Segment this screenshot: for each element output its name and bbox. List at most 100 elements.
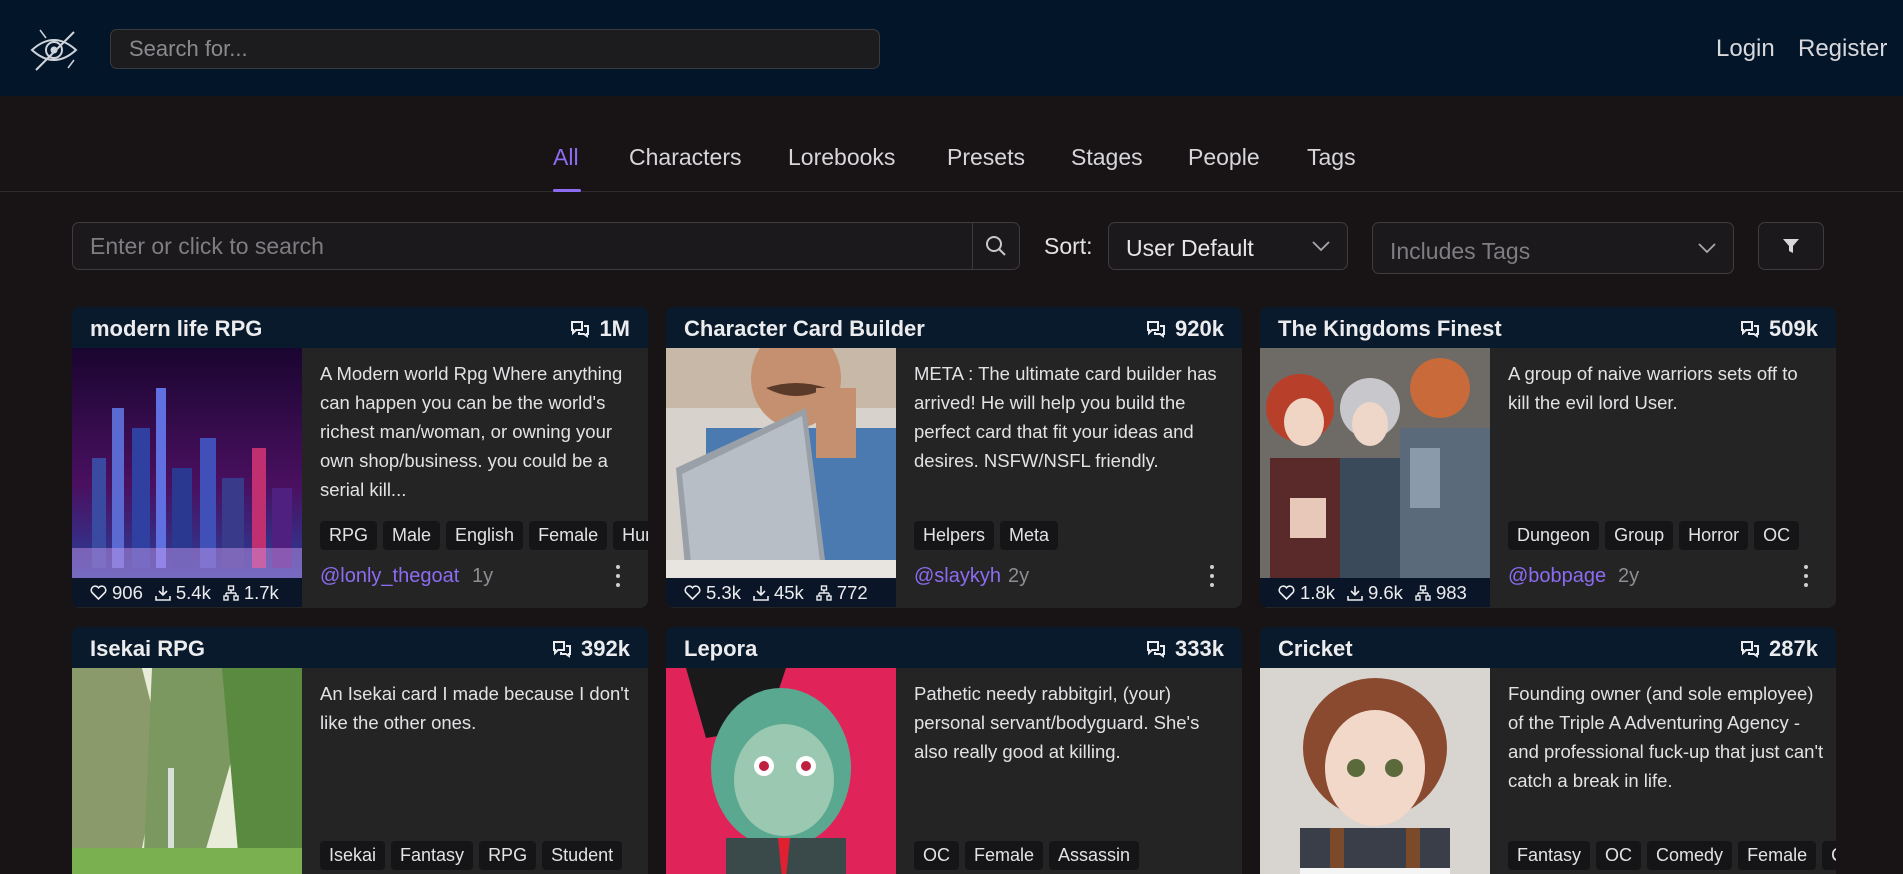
login-link[interactable]: Login [1716,35,1775,63]
content-search-box [72,222,1020,270]
forks-stat[interactable]: 983 [1415,582,1467,604]
tag[interactable]: Male [383,521,441,550]
card-title[interactable]: Lepora [684,636,757,662]
tag-list: Dungeon Group Horror OC [1508,521,1836,551]
fork-icon [816,584,832,601]
more-options-icon[interactable] [612,563,624,589]
card-header: Character Card Builder 920k [666,307,1242,348]
tag[interactable]: Group [1605,521,1674,550]
chevron-down-icon [1698,243,1716,254]
card[interactable]: The Kingdoms Finest 509k 1.8k 9.6k 983 A… [1260,307,1836,608]
content-search-input[interactable] [73,223,973,269]
card-description: A group of naive warriors sets off to ki… [1508,363,1798,413]
includes-tags-placeholder: Includes Tags [1390,238,1531,264]
message-count: 287k [1740,636,1818,662]
card-title[interactable]: Cricket [1278,636,1353,662]
author-link[interactable]: @lonly_thegoat [320,565,459,588]
global-search-input[interactable] [110,29,880,69]
author-link[interactable]: @slaykyh [914,565,1001,588]
author-link[interactable]: @bobpage [1508,565,1606,588]
chat-bubbles-icon [1147,321,1166,338]
filter-icon [1783,239,1799,253]
card-image-anime-warriors[interactable] [1260,348,1490,578]
card-image-man-with-laptop[interactable] [666,328,896,578]
tag[interactable]: Female [529,521,608,550]
search-button[interactable] [972,223,1019,269]
message-count-value: 287k [1769,636,1818,661]
tag[interactable]: Cats [1822,841,1836,870]
tab-stages[interactable]: Stages [1071,144,1143,171]
likes-stat[interactable]: 1.8k [1278,582,1335,604]
tag[interactable]: Comedy [1647,841,1733,870]
tab-tags[interactable]: Tags [1307,144,1356,171]
filter-button[interactable] [1758,222,1824,270]
card-stats: 906 5.4k 1.7k [72,578,302,607]
chat-bubbles-icon [1147,641,1166,658]
tag[interactable]: Helpers [914,521,995,550]
card-stats: 5.3k 45k 772 [666,578,896,607]
card-title[interactable]: Character Card Builder [684,316,925,342]
likes-stat[interactable]: 906 [90,582,143,604]
downloads-stat[interactable]: 5.4k [155,582,211,604]
includes-tags-select[interactable]: Includes Tags [1372,222,1734,274]
tag[interactable]: RPG [479,841,537,870]
tag[interactable]: Human [613,521,648,550]
card-image-fantasy-landscape[interactable] [72,668,302,874]
tag[interactable]: Assassin [1049,841,1140,870]
card[interactable]: Cricket 287k Founding owner (and sole em… [1260,627,1836,874]
tab-lorebooks[interactable]: Lorebooks [788,144,895,171]
tag[interactable]: Dungeon [1508,521,1600,550]
tag[interactable]: Fantasy [391,841,474,870]
card[interactable]: Lepora 333k Pathetic needy rabbitgirl, (… [666,627,1242,874]
more-options-icon[interactable] [1206,563,1218,589]
tag[interactable]: Student [542,841,623,870]
card-title[interactable]: modern life RPG [90,316,262,342]
tab-characters[interactable]: Characters [629,144,741,171]
tag[interactable]: RPG [320,521,378,550]
chat-bubbles-icon [1741,641,1760,658]
downloads-value: 45k [773,581,804,603]
chat-bubbles-icon [1741,321,1760,338]
card-header: modern life RPG 1M [72,307,648,348]
tag[interactable]: Female [1738,841,1817,870]
sort-select[interactable]: User Default [1108,222,1348,270]
downloads-stat[interactable]: 45k [753,582,804,604]
tag[interactable]: OC [1596,841,1642,870]
tag-list: Fantasy OC Comedy Female Cats [1508,841,1836,871]
card-age: 1y [472,565,494,587]
card-image-adventurer-girl[interactable] [1260,668,1490,874]
tab-all[interactable]: All [553,144,579,171]
tag[interactable]: Isekai [320,841,386,870]
card-age: 2y [1008,565,1030,587]
heart-icon [90,585,107,600]
tag[interactable]: Fantasy [1508,841,1591,870]
card-title[interactable]: The Kingdoms Finest [1278,316,1502,342]
tag[interactable]: OC [914,841,959,870]
more-options-icon[interactable] [1800,563,1812,589]
forks-stat[interactable]: 1.7k [223,582,279,604]
active-tab-indicator [553,189,581,192]
card[interactable]: Character Card Builder 920k 5.3k 45k 772… [666,307,1242,608]
card[interactable]: Isekai RPG 392k An Isekai card I made be… [72,627,648,874]
card-description: META : The ultimate card builder has arr… [914,363,1217,471]
tag[interactable]: Female [965,841,1044,870]
card-title[interactable]: Isekai RPG [90,636,205,662]
site-logo-icon[interactable] [26,24,82,76]
message-count-value: 333k [1175,636,1224,661]
tag[interactable]: Meta [1000,521,1059,550]
tag[interactable]: Horror [1679,521,1749,550]
register-link[interactable]: Register [1798,35,1887,63]
tag[interactable]: OC [1754,521,1800,550]
forks-stat[interactable]: 772 [816,582,868,604]
downloads-stat[interactable]: 9.6k [1347,582,1403,604]
tab-presets[interactable]: Presets [947,144,1025,171]
card[interactable]: modern life RPG 1M 906 5.4k 1.7k A Moder… [72,307,648,608]
tag[interactable]: English [446,521,524,550]
downloads-value: 9.6k [1367,581,1403,603]
tab-people[interactable]: People [1188,144,1260,171]
card-image-city-skyline[interactable] [72,348,302,578]
card-image-rabbit-girl[interactable] [666,668,896,874]
likes-stat[interactable]: 5.3k [684,582,741,604]
forks-value: 1.7k [243,581,279,603]
card-description: A Modern world Rpg Where anything can ha… [320,363,623,500]
